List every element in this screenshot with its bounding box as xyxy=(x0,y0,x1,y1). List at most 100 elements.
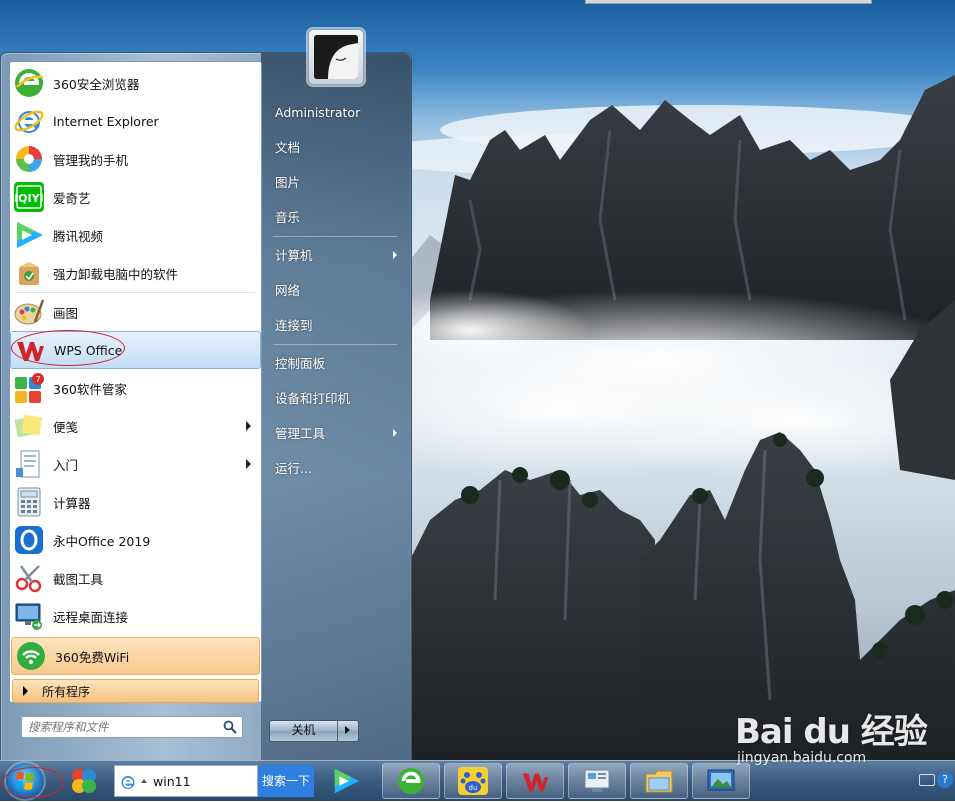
search-go-button[interactable]: 搜索一下 xyxy=(258,765,314,797)
program-label: 腾讯视频 xyxy=(53,228,104,244)
start-menu: 360安全浏览器 Internet Explorer 管理我的手机 iQIYI xyxy=(0,29,412,762)
program-calculator[interactable]: 计算器 xyxy=(10,483,261,521)
link-label: Administrator xyxy=(275,105,361,120)
link-label: 连接到 xyxy=(275,318,313,333)
program-360-wifi[interactable]: 360免费WiFi xyxy=(11,637,260,675)
getting-started-icon xyxy=(13,448,45,480)
highlight-annotation-circle xyxy=(2,767,64,798)
svg-text:du: du xyxy=(469,784,478,792)
360-browser-icon xyxy=(13,67,45,99)
program-paint[interactable]: 画图 xyxy=(10,293,261,331)
submenu-arrow-icon xyxy=(393,429,397,437)
program-label: 画图 xyxy=(53,305,79,321)
program-label: 计算器 xyxy=(53,495,91,511)
run-link[interactable]: 运行... xyxy=(263,455,403,483)
sticky-notes-icon xyxy=(13,410,45,442)
program-360-software-manager[interactable]: 7 360软件管家 xyxy=(10,369,261,407)
submenu-arrow-icon xyxy=(246,421,251,431)
search-box[interactable] xyxy=(21,716,243,738)
user-folder-link[interactable]: Administrator xyxy=(263,99,403,127)
program-uninstaller[interactable]: 强力卸载电脑中的软件 xyxy=(10,254,261,292)
connect-to-link[interactable]: 连接到 xyxy=(263,312,403,340)
computer-link[interactable]: 计算机 xyxy=(263,242,403,270)
control-panel-icon xyxy=(584,769,610,792)
link-label: 管理工具 xyxy=(275,426,326,441)
taskbar-baidu[interactable]: du xyxy=(444,763,502,799)
taskbar-wps-office[interactable] xyxy=(506,763,564,799)
file-explorer-icon xyxy=(645,770,673,793)
shutdown-options-button[interactable] xyxy=(338,721,358,741)
yozo-office-icon xyxy=(13,524,45,556)
search-input[interactable] xyxy=(28,719,218,735)
taskbar-file-explorer[interactable] xyxy=(630,763,688,799)
taskbar-control-panel[interactable] xyxy=(568,763,626,799)
program-label: 永中Office 2019 xyxy=(53,533,151,549)
music-link[interactable]: 音乐 xyxy=(263,204,403,232)
snipping-tool-icon xyxy=(13,562,45,594)
calculator-icon xyxy=(13,486,45,518)
program-sticky-notes[interactable]: 便笺 xyxy=(10,407,261,445)
iqiyi-icon: iQIYI xyxy=(13,181,45,213)
dropdown-arrow-icon[interactable] xyxy=(141,779,147,783)
program-label: 管理我的手机 xyxy=(53,152,129,168)
taskbar-address-bar[interactable]: win11 xyxy=(114,765,258,797)
expand-arrow-icon xyxy=(23,686,28,696)
devices-printers-link[interactable]: 设备和打印机 xyxy=(263,385,403,413)
screenshot-icon xyxy=(707,769,735,791)
help-icon[interactable]: ? xyxy=(937,772,953,788)
admin-tools-link[interactable]: 管理工具 xyxy=(263,420,403,448)
program-getting-started[interactable]: 入门 xyxy=(10,445,261,483)
program-label: 360安全浏览器 xyxy=(53,76,140,92)
shutdown-button-group: 关机 xyxy=(269,720,359,742)
shutdown-button[interactable]: 关机 xyxy=(270,721,338,741)
program-label: 入门 xyxy=(53,457,79,473)
pictures-link[interactable]: 图片 xyxy=(263,169,403,197)
highlight-annotation-circle xyxy=(11,330,125,366)
submenu-arrow-icon xyxy=(393,251,397,259)
all-programs-label: 所有程序 xyxy=(42,684,91,699)
taskbar-screenshot[interactable] xyxy=(692,763,750,799)
program-360-browser[interactable]: 360安全浏览器 xyxy=(10,64,261,102)
keyboard-icon[interactable] xyxy=(919,774,935,786)
program-label: 远程桌面连接 xyxy=(53,609,129,625)
tencent-video-icon xyxy=(13,219,45,251)
program-snipping-tool[interactable]: 截图工具 xyxy=(10,559,261,597)
program-wps-office[interactable]: WPS Office xyxy=(10,330,261,369)
link-label: 控制面板 xyxy=(275,356,326,371)
link-label: 计算机 xyxy=(275,248,313,263)
program-remote-desktop[interactable]: 远程桌面连接 xyxy=(10,597,261,635)
control-panel-link[interactable]: 控制面板 xyxy=(263,350,403,378)
360-software-manager-icon xyxy=(72,769,96,793)
all-programs-button[interactable]: 所有程序 xyxy=(12,679,259,703)
link-label: 运行... xyxy=(275,461,312,476)
program-internet-explorer[interactable]: Internet Explorer xyxy=(10,102,261,140)
program-label: 360软件管家 xyxy=(53,381,127,397)
program-label: 截图工具 xyxy=(53,571,104,587)
search-icon[interactable] xyxy=(223,720,237,734)
taskbar-360-browser[interactable] xyxy=(382,763,440,799)
taskbar-360-manager[interactable] xyxy=(64,763,104,799)
program-yozo-office[interactable]: 永中Office 2019 xyxy=(10,521,261,559)
separator xyxy=(273,236,397,237)
360-wifi-icon xyxy=(15,640,47,672)
program-phone-manager[interactable]: 管理我的手机 xyxy=(10,140,261,178)
internet-explorer-icon xyxy=(121,776,135,789)
system-tray: ? xyxy=(915,761,955,801)
taskbar-tencent-video[interactable] xyxy=(326,763,366,799)
uninstaller-icon xyxy=(13,257,45,289)
program-tencent-video[interactable]: 腾讯视频 xyxy=(10,216,261,254)
taskbar: win11 搜索一下 du ? xyxy=(0,760,955,801)
link-label: 音乐 xyxy=(275,210,301,225)
360-browser-icon xyxy=(397,767,425,795)
network-link[interactable]: 网络 xyxy=(263,277,403,305)
program-label: 360免费WiFi xyxy=(55,649,130,665)
program-iqiyi[interactable]: iQIYI 爱奇艺 xyxy=(10,178,261,216)
user-avatar-icon xyxy=(314,35,358,79)
baidu-jingyan-watermark: Bai du 经验 jingyan.baidu.com xyxy=(735,700,955,766)
address-text[interactable]: win11 xyxy=(153,774,191,789)
programs-pane: 360安全浏览器 Internet Explorer 管理我的手机 iQIYI xyxy=(9,61,262,703)
user-picture[interactable] xyxy=(308,29,364,85)
remote-desktop-icon xyxy=(13,600,45,632)
documents-link[interactable]: 文档 xyxy=(263,134,403,162)
separator xyxy=(273,344,397,345)
